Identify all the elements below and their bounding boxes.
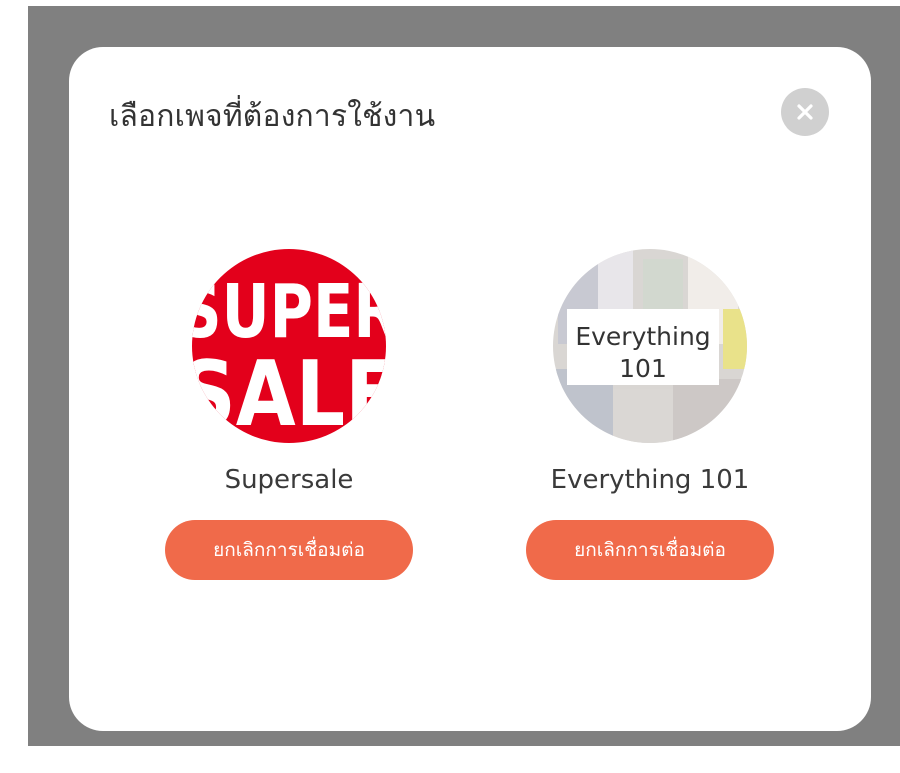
everything-101-logo[interactable]: Everything 101: [553, 249, 747, 443]
logo-text-bottom: SALE: [192, 342, 386, 443]
logo-text-bottom: 101: [619, 354, 667, 383]
supersale-logo[interactable]: SUPER SALE: [192, 249, 386, 443]
logo-text-top: Everything: [575, 322, 710, 351]
page-card-supersale[interactable]: SUPER SALE Supersale ยกเลิกการเชื่อมต่อ: [159, 249, 419, 589]
modal-title: เลือกเพจที่ต้องการใช้งาน: [109, 99, 436, 134]
page-name: Everything 101: [550, 465, 750, 495]
page-select-modal: เลือกเพจที่ต้องการใช้งาน SUPER SALE Supe…: [69, 47, 871, 731]
page-name: Supersale: [224, 465, 354, 495]
page-card-everything-101[interactable]: Everything 101 Everything 101 ยกเลิกการเ…: [520, 249, 780, 589]
disconnect-button[interactable]: ยกเลิกการเชื่อมต่อ: [165, 520, 413, 580]
disconnect-button[interactable]: ยกเลิกการเชื่อมต่อ: [526, 520, 774, 580]
close-icon: [797, 104, 813, 120]
close-button[interactable]: [781, 88, 829, 136]
